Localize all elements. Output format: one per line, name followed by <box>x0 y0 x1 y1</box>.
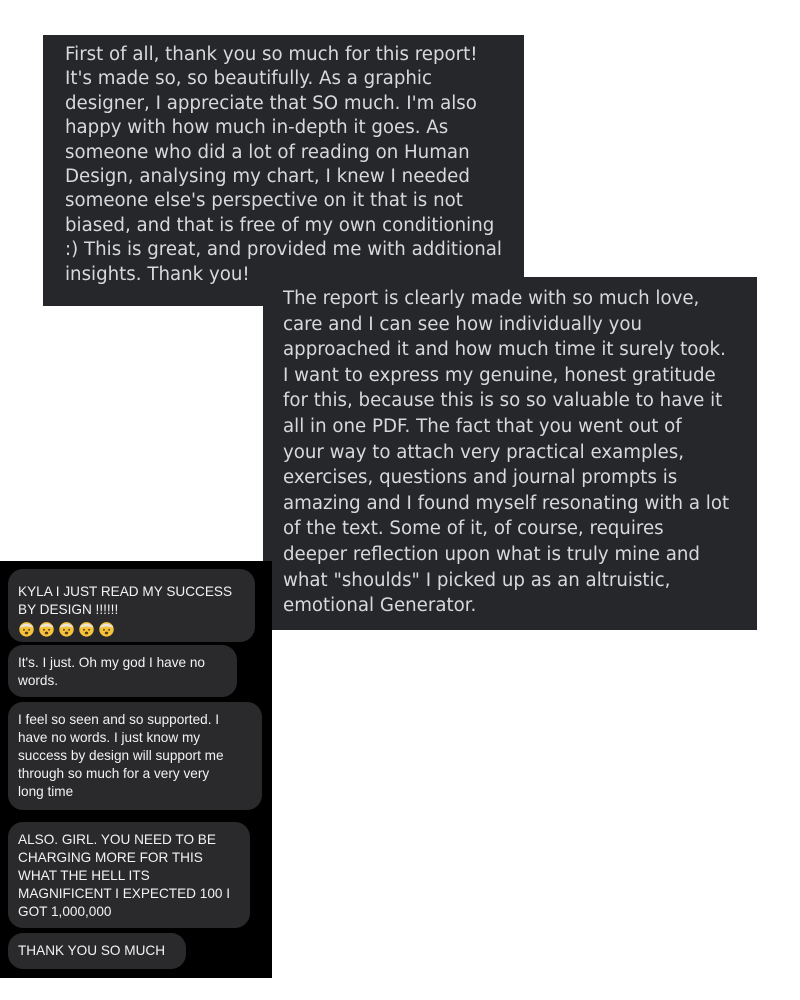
review-card-top: First of all, thank you so much for this… <box>43 35 524 306</box>
message-text: ALSO. GIRL. YOU NEED TO BE CHARGING MORE… <box>18 832 231 919</box>
message-bubble: ALSO. GIRL. YOU NEED TO BE CHARGING MORE… <box>8 822 250 928</box>
message-bubble: KYLA I JUST READ MY SUCCESS BY DESIGN !!… <box>8 569 255 642</box>
exploding-head-icon <box>19 622 34 637</box>
review-card-middle: The report is clearly made with so much … <box>263 277 757 630</box>
exploding-head-icon <box>99 622 114 637</box>
message-text: THANK YOU SO MUCH <box>18 943 166 958</box>
message-text: I feel so seen and so supported. I have … <box>18 712 224 799</box>
exploding-head-icon <box>79 622 94 637</box>
message-bubble: THANK YOU SO MUCH <box>8 933 186 969</box>
review-text: First of all, thank you so much for this… <box>65 44 502 285</box>
message-bubble: It's. I just. Oh my god I have no words. <box>8 645 237 697</box>
emoji-row <box>18 620 245 637</box>
message-bubble: I feel so seen and so supported. I have … <box>8 702 262 810</box>
chat-screenshot: KYLA I JUST READ MY SUCCESS BY DESIGN !!… <box>0 561 272 978</box>
review-text: The report is clearly made with so much … <box>283 288 730 617</box>
exploding-head-icon <box>39 622 54 637</box>
message-text: KYLA I JUST READ MY SUCCESS BY DESIGN !!… <box>18 584 233 617</box>
exploding-head-icon <box>59 622 74 637</box>
message-text: It's. I just. Oh my god I have no words. <box>18 655 205 688</box>
